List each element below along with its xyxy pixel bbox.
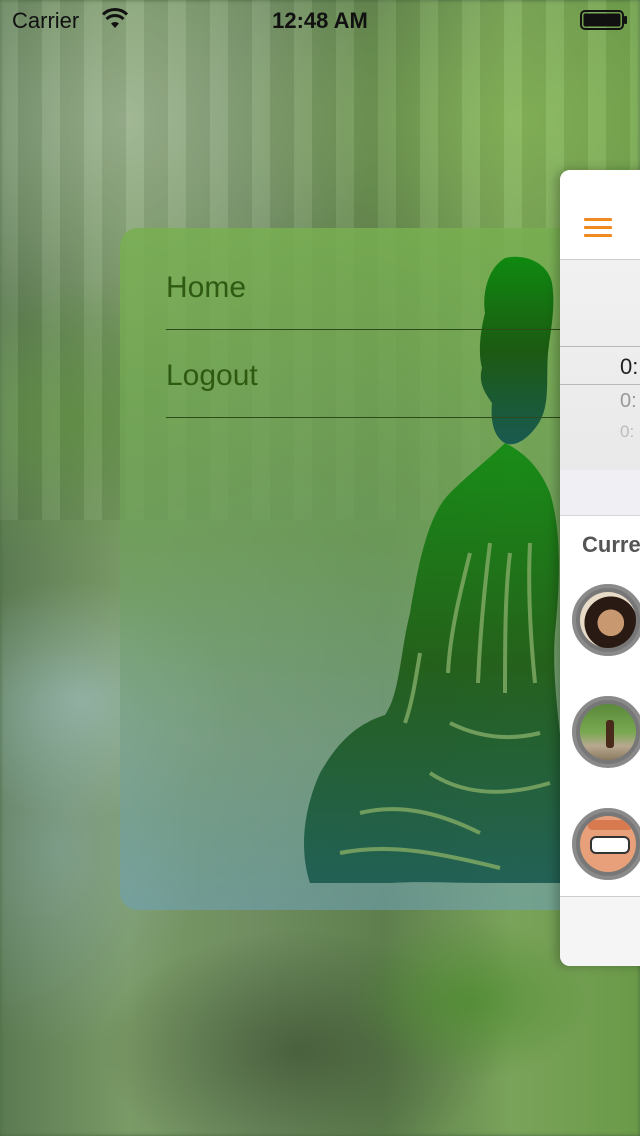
time-picker[interactable]: 0: 0: 0: (560, 260, 640, 470)
clock: 12:48 AM (272, 8, 368, 33)
section-separator (560, 470, 640, 516)
status-bar: Carrier 12:48 AM (0, 0, 640, 40)
menu-item-home[interactable]: Home (166, 242, 566, 330)
navigation-bar (560, 170, 640, 260)
picker-divider (560, 346, 640, 347)
battery-icon (580, 10, 627, 30)
picker-divider (560, 384, 640, 385)
user-avatar[interactable] (572, 584, 640, 656)
bottom-toolbar (560, 896, 640, 966)
main-app-screen-preview[interactable]: 0: 0: 0: Curre (560, 170, 640, 966)
section-title: Curre (582, 532, 640, 557)
picker-value: 0: (620, 422, 635, 441)
side-menu-panel: Home Logout (120, 228, 580, 910)
user-avatar[interactable] (572, 696, 640, 768)
menu-item-logout-label: Logout (166, 359, 258, 392)
menu-item-home-label: Home (166, 271, 247, 304)
picker-value: 0: (620, 354, 639, 379)
hamburger-icon[interactable] (584, 218, 612, 238)
user-avatar[interactable] (572, 808, 640, 880)
picker-value: 0: (620, 390, 637, 412)
menu-item-logout[interactable]: Logout (166, 330, 566, 418)
